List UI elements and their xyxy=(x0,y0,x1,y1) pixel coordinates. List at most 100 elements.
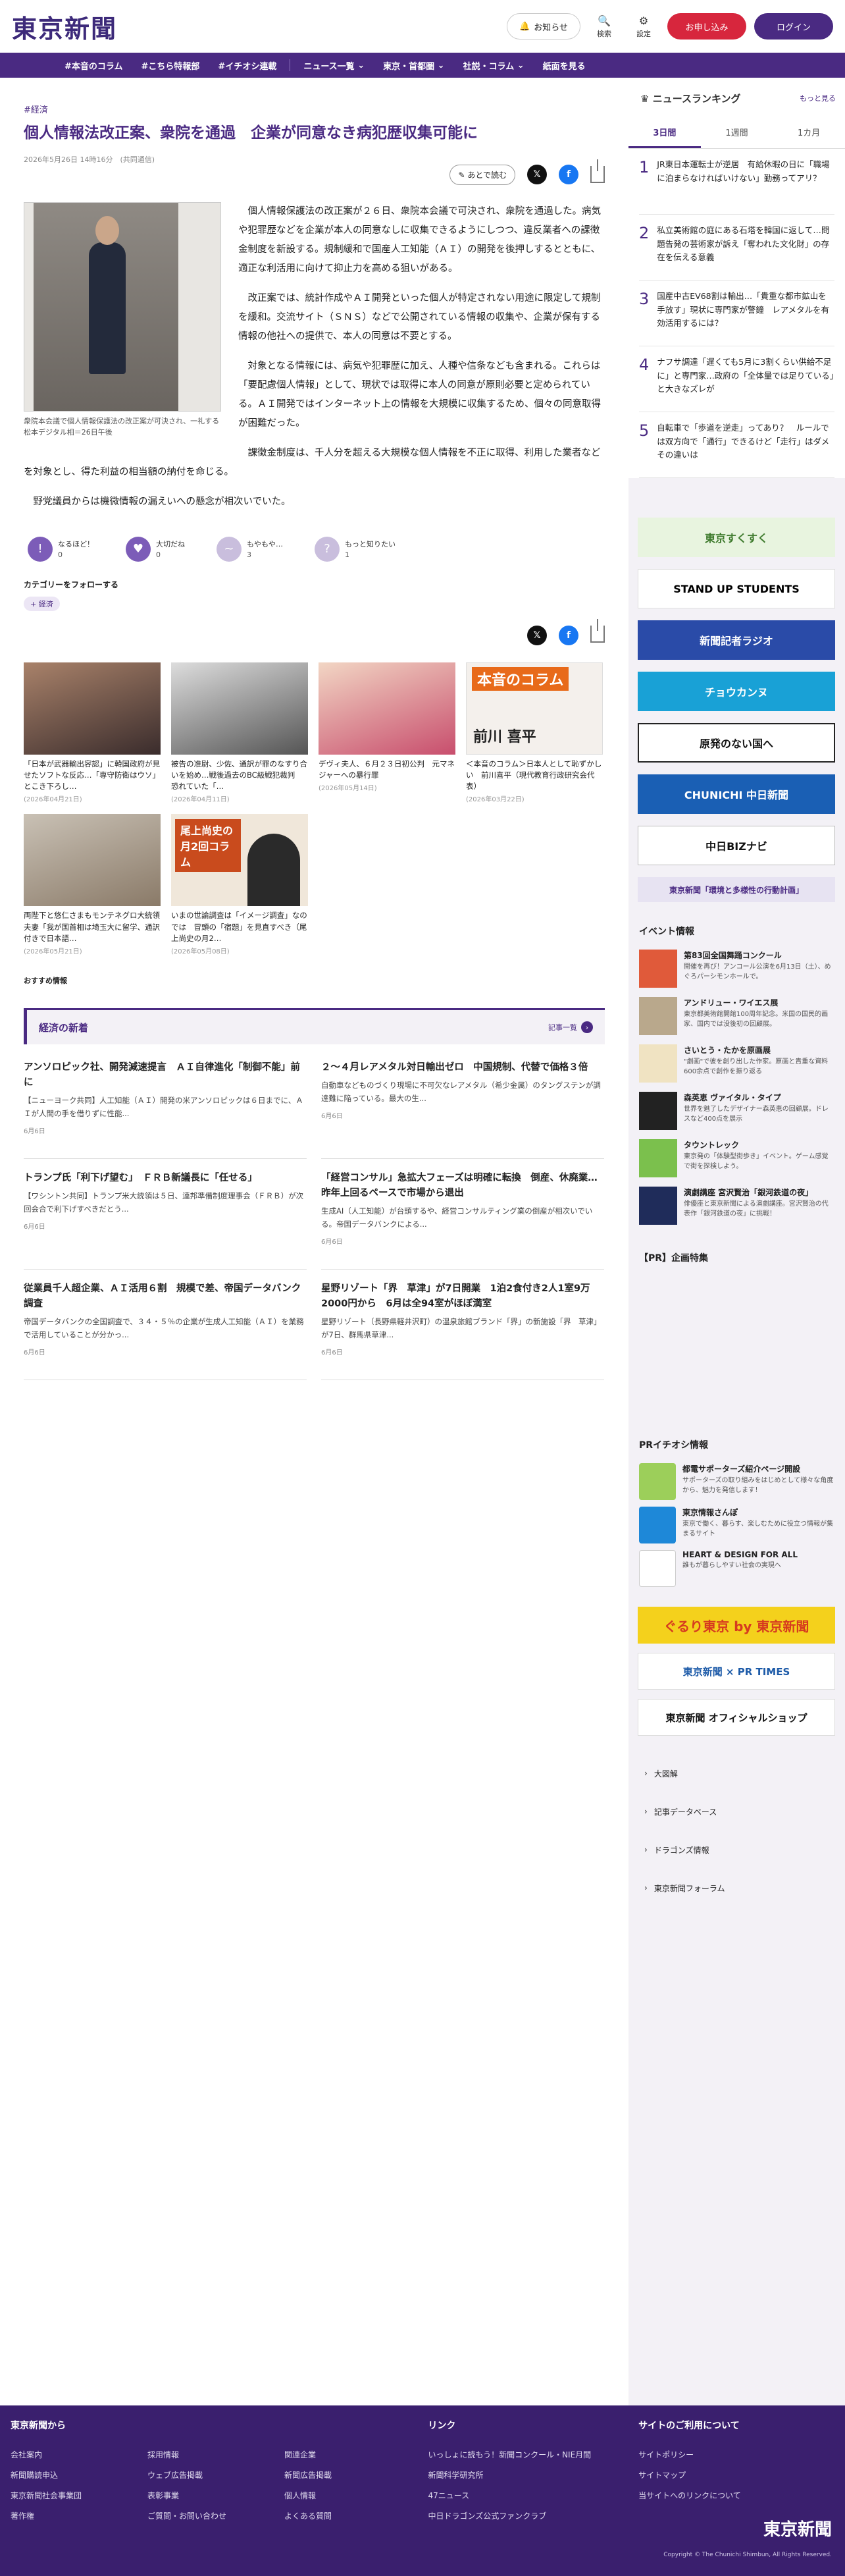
share-icon[interactable] xyxy=(590,618,605,643)
footer-link[interactable]: ご質問・お問い合わせ xyxy=(147,2510,284,2521)
economy-more-link[interactable]: 記事一覧 › xyxy=(548,1021,593,1033)
banner-stand-up-students[interactable]: STAND UP STUDENTS xyxy=(638,569,835,608)
reaction-naruhodo[interactable]: ! なるほど！ 0 xyxy=(28,536,94,562)
banner-sukusuku[interactable]: 東京すくすく xyxy=(638,518,835,557)
breadcrumb[interactable]: #経済 xyxy=(24,103,605,115)
footer-link[interactable]: 新聞科学研究所 xyxy=(428,2469,638,2481)
economy-news-section: 経済の新着 記事一覧 › アンソロピック社、開発減速提言 ＡＩ自律進化「制御不能」… xyxy=(24,1008,605,1392)
x-share-icon[interactable]: 𝕏 xyxy=(527,165,547,184)
footer-logo[interactable]: 東京新聞 xyxy=(763,2516,832,2540)
banner-chunichi[interactable]: CHUNICHI 中日新聞 xyxy=(638,774,835,814)
reaction-shiritai[interactable]: ? もっと知りたい 1 xyxy=(315,536,396,562)
read-later-button[interactable]: ✎ あとで読む xyxy=(449,164,515,185)
ranking-item[interactable]: 2 私立美術館の庭にある石塔を韓国に返して…問題告発の芸術家が訴え「奪われた文化財… xyxy=(639,215,834,281)
event-item[interactable]: アンドリュー・ワイエス展 東京都美術館開館100周年記念。米国の国民的画家、国内で… xyxy=(628,992,845,1039)
pr-item[interactable]: 東京情報さんぽ 東京で働く、暮らす、楽しむために役立つ情報が集まるサイト xyxy=(628,1501,845,1545)
nav-ichioshi[interactable]: #イチオシ連載 xyxy=(209,53,286,78)
banner-genpatsu[interactable]: 原発のない国へ xyxy=(638,723,835,763)
share-icon[interactable] xyxy=(590,159,605,183)
event-item[interactable]: さいとう・たかを原画展 "劇画"で彼を創り出した作家。原画と貴重な資料600余点で… xyxy=(628,1039,845,1087)
footer-link[interactable]: サイトマップ xyxy=(638,2469,834,2481)
notify-button[interactable]: 🔔 お知らせ xyxy=(507,13,580,40)
news-item[interactable]: アンソロピック社、開発減速提言 ＡＩ自律進化「制御不能」前に 【ニューヨーク共同】… xyxy=(24,1060,307,1159)
event-item[interactable]: 第83回全国舞踊コンクール 開催を再び！アンコール公演を6月13日（土）、めぐろパ… xyxy=(628,944,845,992)
footer-link[interactable]: 会社案内 xyxy=(11,2449,147,2460)
banner-gururi-tokyo[interactable]: ぐるり東京 by 東京新聞 xyxy=(638,1607,835,1644)
related-card[interactable]: 本音のコラム 前川 喜平 ＜本音のコラム＞日本人として恥ずかしい 前川喜平（現代教育… xyxy=(466,662,603,803)
footer-link[interactable]: 新聞購読申込 xyxy=(11,2469,147,2481)
nav-honne[interactable]: #本音のコラム xyxy=(55,53,132,78)
banner-radio[interactable]: 新聞記者ラジオ xyxy=(638,620,835,660)
ranking-item[interactable]: 3 国産中古EV68割は輸出…「貴重な都市鉱山を手放す」現状に専門家が警鐘 レアメ… xyxy=(639,281,834,346)
economy-more-label: 記事一覧 xyxy=(548,1023,577,1032)
footer-link[interactable]: ウェブ広告掲載 xyxy=(147,2469,284,2481)
footer-link[interactable]: 採用情報 xyxy=(147,2449,284,2460)
side-link[interactable]: › 記事データベース xyxy=(628,1792,845,1831)
side-link[interactable]: › 大図解 xyxy=(628,1754,845,1792)
banner-official-shop[interactable]: 東京新聞 オフィシャルショップ xyxy=(638,1699,835,1736)
news-headline: ２～４月レアメタル対日輸出ゼロ 中国規制、代替で価格３倍 xyxy=(321,1062,588,1073)
related-card[interactable]: 被告の准尉、少佐、通訳が罪のなすり合いを始め…戦後過去のBC級戦犯裁判 恐れてい… xyxy=(171,662,308,803)
site-logo[interactable]: 東京新聞 xyxy=(12,9,117,45)
facebook-share-icon[interactable]: f xyxy=(559,165,578,184)
footer-link[interactable]: 著作権 xyxy=(11,2510,147,2521)
footer-link[interactable]: 中日ドラゴンズ公式ファンクラブ xyxy=(428,2510,638,2521)
side-link[interactable]: › 東京新聞フォーラム xyxy=(628,1869,845,1907)
news-item[interactable]: 「経営コンサル」急拡大フェーズは明確に転換 倒産、休廃業…昨年上回るペースで市場… xyxy=(321,1171,604,1270)
login-button[interactable]: ログイン xyxy=(754,13,833,40)
ranking-item[interactable]: 1 JR東日本運転士が逆居 有給休暇の日に「職場に泊まらなければいけない」勤務って… xyxy=(639,149,834,215)
related-date: (2026年04月21日) xyxy=(24,796,82,804)
footer-link[interactable]: 関連企業 xyxy=(284,2449,421,2460)
nav-news-list[interactable]: ニュース一覧 ⌄ xyxy=(294,53,374,78)
subscribe-button[interactable]: お申し込み xyxy=(667,13,746,40)
related-card[interactable]: 「日本が武器輸出容認」に韓国政府が見せたソフトな反応…「専守防衛はウソ」とこき下… xyxy=(24,662,161,804)
reaction-taisetsu[interactable]: ♥ 大切だね 0 xyxy=(126,536,185,562)
footer-link[interactable]: 新聞広告掲載 xyxy=(284,2469,421,2481)
footer-link[interactable]: 47ニュース xyxy=(428,2490,638,2501)
reaction-moyamoya[interactable]: ~ もやもや… 3 xyxy=(217,536,283,562)
footer-link[interactable]: いっしょに読もう！新聞コンクール・NIE月間 xyxy=(428,2449,638,2460)
event-item[interactable]: 演劇講座 宮沢賢治「銀河鉄道の夜」 俳優座と東京新聞による演劇講座。宮沢賢治の代表… xyxy=(628,1181,845,1229)
footer-link[interactable]: 当サイトへのリンクについて xyxy=(638,2490,834,2501)
pr-item[interactable]: 都電サポーターズ紹介ページ開設 サポーターズの取り組みをはじめとして様々な角度から… xyxy=(628,1458,845,1501)
news-item[interactable]: 従業員千人超企業、ＡＩ活用６割 規模で差、帝国データバンク調査 帝国データバンクの… xyxy=(24,1281,307,1380)
tab-1week[interactable]: 1週間 xyxy=(701,119,773,148)
related-card[interactable]: 尾上尚史の月2回コラム いまの世論調査は「イメージ調査」なのでは 冒頭の「宿題」を… xyxy=(171,814,308,955)
side-link-label: 東京新聞フォーラム xyxy=(653,1883,725,1893)
footer-link[interactable]: 東京新聞社会事業団 xyxy=(11,2490,147,2501)
nav-paper[interactable]: 紙面を見る xyxy=(534,53,595,78)
nav-tokuho[interactable]: #こちら特報部 xyxy=(132,53,209,78)
banner-pr-times[interactable]: 東京新聞 × PR TIMES xyxy=(638,1653,835,1690)
banner-action-plan[interactable]: 東京新聞「環境と多様性の行動計画」 xyxy=(638,877,835,902)
nav-tokyo[interactable]: 東京・首都圏 ⌄ xyxy=(374,53,453,78)
nav-editorial[interactable]: 社説・コラム ⌄ xyxy=(454,53,534,78)
tab-1month[interactable]: 1カ月 xyxy=(773,119,845,148)
follow-tag-button[interactable]: + 経済 xyxy=(24,596,60,611)
tab-3days[interactable]: 3日間 xyxy=(628,119,701,148)
article-photo[interactable] xyxy=(24,201,221,412)
news-item[interactable]: トランプ氏「利下げ望む」 ＦＲＢ新議長に「任せる」 【ワシントン共同】トランプ米大… xyxy=(24,1171,307,1270)
ranking-more-link[interactable]: もっと見る xyxy=(800,93,836,103)
facebook-share-icon[interactable]: f xyxy=(559,625,578,645)
event-item[interactable]: 森英恵 ヴァイタル・タイプ 世界を魅了したデザイナー森英恵の回顧展。ドレスなど40… xyxy=(628,1087,845,1134)
footer-link[interactable]: よくある質問 xyxy=(284,2510,421,2521)
side-link[interactable]: › ドラゴンズ情報 xyxy=(628,1831,845,1869)
banner-biz-navi[interactable]: 中日BIZナビ xyxy=(638,826,835,865)
news-item[interactable]: ２～４月レアメタル対日輸出ゼロ 中国規制、代替で価格３倍 自動車などものづくり現場… xyxy=(321,1060,604,1159)
banner-chokanu[interactable]: チョウカンヌ xyxy=(638,672,835,711)
footer-link[interactable]: サイトポリシー xyxy=(638,2449,834,2460)
pr-item[interactable]: HEART & DESIGN FOR ALL 誰もが暮らしやすい社会の実現へ xyxy=(628,1545,845,1588)
event-item[interactable]: タウントレック 東京発の「体験型街歩き」イベント。ゲーム感覚で街を探検しよう。 xyxy=(628,1134,845,1181)
search-button[interactable]: 🔍 検索 xyxy=(588,14,620,39)
event-desc: 俳優座と東京新聞による演劇講座。宮沢賢治の代表作「銀河鉄道の夜」に挑戦！ xyxy=(684,1200,829,1218)
nav-editorial-label: 社説・コラム xyxy=(463,61,515,72)
ranking-item[interactable]: 4 ナフサ調達「遅くても5月に3割くらい供給不足に」と専門家…政府の「全体量では足… xyxy=(639,346,834,412)
footer-link[interactable]: 表彰事業 xyxy=(147,2490,284,2501)
news-item[interactable]: 星野リゾート「界 草津」が7日開業 1泊2食付き2人1室9万2000円から 6月… xyxy=(321,1281,604,1380)
footer-link[interactable]: 個人情報 xyxy=(284,2490,421,2501)
related-card[interactable]: 両陛下と悠仁さまもモンテネグロ大統領夫妻「我が国首相は埼玉大に留学、通訳付きで日… xyxy=(24,814,161,955)
x-share-icon[interactable]: 𝕏 xyxy=(527,625,547,645)
related-card[interactable]: デヴィ夫人、６月２３日初公判 元マネジャーへの暴行罪 (2026年05月14日) xyxy=(319,662,455,804)
settings-button[interactable]: ⚙ 設定 xyxy=(628,14,659,39)
ranking-item[interactable]: 5 自転車で「歩道を逆走」ってあり？ ルールでは双方向で「通行」できるけど「走行」… xyxy=(639,412,838,478)
